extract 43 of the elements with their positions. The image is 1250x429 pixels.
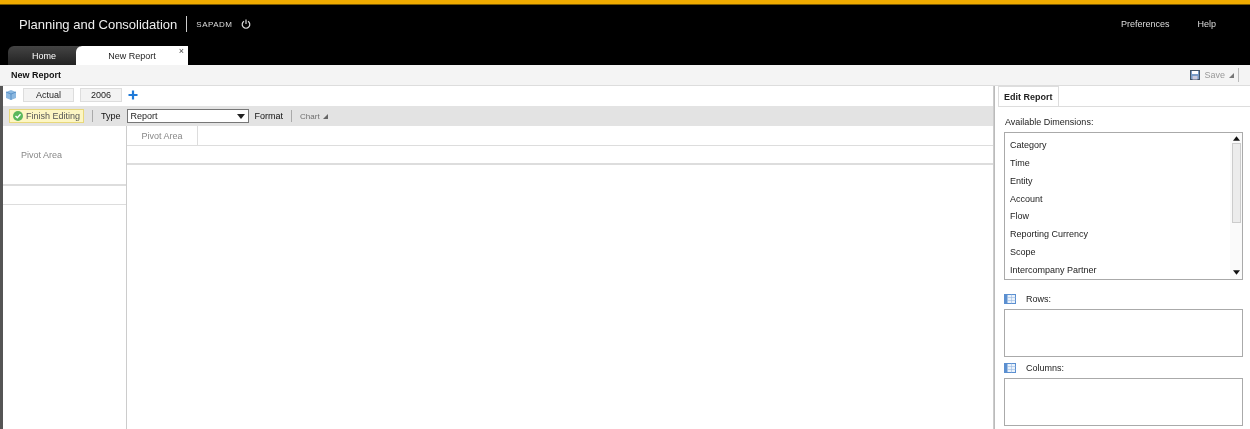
type-label: Type [101, 111, 121, 121]
panel-tab[interactable]: Edit Report [998, 86, 1059, 106]
menu-arrow-icon [1229, 72, 1234, 78]
header-link[interactable]: Help [1197, 19, 1216, 29]
pivot-row-header: Pivot Area [3, 126, 126, 186]
scroll-down-icon[interactable] [1232, 270, 1240, 275]
columns-label: Columns: [1026, 363, 1064, 373]
columns-drop-zone[interactable] [1004, 378, 1243, 426]
page-title: New Report [11, 70, 61, 80]
dimension-item[interactable]: Category [1010, 136, 1230, 154]
type-dropdown[interactable]: Report [126, 109, 249, 123]
dimension-item[interactable]: Account [1010, 189, 1230, 208]
menu-arrow-icon [322, 113, 328, 119]
power-icon[interactable] [240, 19, 251, 29]
tab[interactable]: New Report × [76, 46, 188, 65]
rows-label: Rows: [1026, 294, 1051, 304]
context-member-button[interactable]: 2006 [80, 88, 123, 102]
close-button[interactable]: × [178, 46, 184, 56]
add-icon[interactable] [128, 90, 139, 100]
tab[interactable]: Home [8, 46, 80, 65]
format-button[interactable]: Format [254, 111, 284, 121]
dimension-item[interactable]: Flow [1010, 207, 1230, 226]
table-icon [1004, 363, 1016, 373]
available-dimensions-label: Available Dimensions: [1005, 117, 1095, 127]
dimension-item[interactable]: Entity [1010, 171, 1230, 190]
rows-drop-zone[interactable] [1004, 309, 1243, 357]
dimension-item[interactable]: Scope [1010, 243, 1230, 262]
scrollbar[interactable] [1230, 133, 1242, 279]
dimension-list[interactable]: Category Time Entity Account Flow Reporting Currency Scope Intercompany Partner [1004, 132, 1243, 280]
pivot-column-header: Pivot Area [127, 126, 198, 145]
dimension-item[interactable]: Reporting Currency [1010, 225, 1230, 244]
table-icon [1004, 294, 1016, 304]
dimension-item[interactable]: Intercompany Partner [1010, 261, 1230, 279]
caret-icon [236, 113, 245, 119]
header-link[interactable]: Preferences [1120, 19, 1170, 29]
scroll-up-icon[interactable] [1232, 136, 1240, 141]
finish-editing-button[interactable]: Finish Editing [9, 109, 85, 123]
user-name: SAPADM [196, 19, 233, 29]
check-circle-icon [13, 111, 23, 121]
context-member-button[interactable]: Actual [23, 88, 74, 102]
dimension-item[interactable]: Time [1010, 153, 1230, 172]
app-title: Planning and Consolidation [19, 16, 178, 32]
cube-icon[interactable] [5, 89, 17, 101]
